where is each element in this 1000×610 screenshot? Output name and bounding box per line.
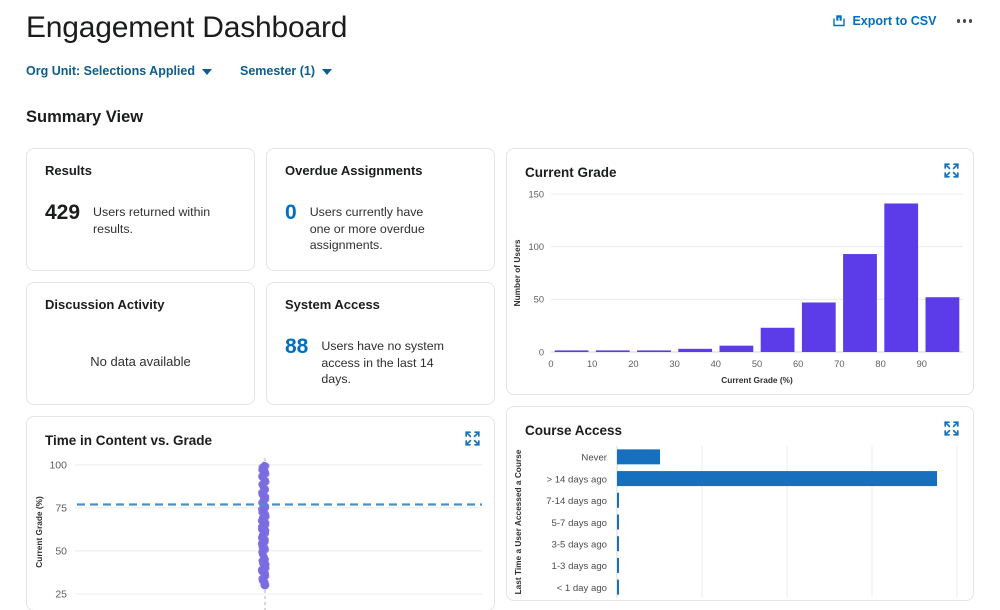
- svg-text:> 14 days ago: > 14 days ago: [546, 474, 607, 485]
- card-overdue-description: Users currently have one or more overdue…: [309, 205, 425, 252]
- panel-current-grade-title: Current Grade: [525, 165, 617, 180]
- svg-text:50: 50: [534, 295, 544, 305]
- card-results: Results 429 Users returned within result…: [26, 148, 255, 271]
- svg-text:50: 50: [55, 546, 67, 558]
- svg-text:Last Time a User Accessed a Co: Last Time a User Accessed a Course: [513, 449, 523, 594]
- more-dot: [968, 19, 972, 23]
- card-results-description: Users returned within results.: [93, 205, 211, 236]
- svg-text:7-14 days ago: 7-14 days ago: [546, 496, 607, 507]
- panel-course-access-title: Course Access: [525, 423, 623, 438]
- card-system-access-value[interactable]: 88: [285, 336, 308, 357]
- svg-text:50: 50: [752, 359, 762, 369]
- svg-text:Current Grade (%): Current Grade (%): [721, 375, 793, 385]
- svg-text:0: 0: [548, 359, 553, 369]
- svg-text:40: 40: [711, 359, 721, 369]
- summary-view-heading: Summary View: [26, 108, 144, 126]
- panel-time-in-content-vs-grade: Time in Content vs. Grade 25 50 75 100 Curre…: [26, 416, 495, 610]
- chevron-down-icon: [322, 69, 333, 75]
- card-discussion-empty-state: No data available: [90, 354, 191, 369]
- more-dot: [956, 19, 960, 23]
- filter-semester-label: Semester (1): [240, 64, 316, 78]
- svg-text:10: 10: [587, 359, 597, 369]
- svg-text:150: 150: [528, 189, 544, 199]
- card-discussion-title: Discussion Activity: [45, 297, 165, 312]
- card-results-body: 429 Users returned within results.: [45, 201, 236, 237]
- svg-text:25: 25: [55, 589, 67, 601]
- svg-text:70: 70: [834, 359, 844, 369]
- filter-bar: Org Unit: Selections Applied Semester (1…: [26, 58, 974, 84]
- dashboard-page: Engagement Dashboard Export to CSV Org U…: [0, 0, 1000, 610]
- more-dot: [962, 19, 966, 23]
- more-options-icon[interactable]: [955, 15, 975, 27]
- svg-text:75: 75: [55, 503, 67, 515]
- card-system-access: System Access 88 Users have no system ac…: [266, 282, 495, 405]
- expand-icon[interactable]: [943, 162, 960, 179]
- card-results-title: Results: [45, 163, 92, 178]
- svg-text:< 1 day ago: < 1 day ago: [557, 583, 607, 594]
- chart-current-grade-histogram: 0 50 100 150 0 10 20 30 40 50 60 70 80 90 Current Grad…: [512, 189, 963, 385]
- svg-text:100: 100: [49, 459, 67, 471]
- dashboard-grid: Results 429 Users returned within result…: [26, 148, 974, 610]
- export-to-csv-button[interactable]: Export to CSV: [832, 14, 937, 28]
- export-icon: [832, 14, 846, 28]
- svg-text:0: 0: [539, 347, 544, 357]
- left-column: Results 429 Users returned within result…: [26, 148, 495, 610]
- svg-text:Current Grade (%): Current Grade (%): [34, 496, 44, 568]
- export-to-csv-label: Export to CSV: [852, 14, 937, 28]
- panel-current-grade: Current Grade 0 50 100 150 0 10 20 30 40 50 60 70 80…: [506, 148, 974, 395]
- expand-icon[interactable]: [943, 420, 960, 437]
- svg-text:60: 60: [793, 359, 803, 369]
- right-column: Current Grade 0 50 100 150 0 10 20 30 40 50 60 70 80…: [506, 148, 974, 601]
- card-overdue-value[interactable]: 0: [285, 202, 297, 223]
- stat-row-top: Results 429 Users returned within result…: [26, 148, 495, 271]
- svg-text:Never: Never: [581, 453, 607, 464]
- svg-text:1-3 days ago: 1-3 days ago: [552, 561, 607, 572]
- card-system-access-title: System Access: [285, 297, 380, 312]
- svg-text:100: 100: [528, 242, 544, 252]
- filter-semester[interactable]: Semester (1): [240, 64, 333, 78]
- svg-text:3-5 days ago: 3-5 days ago: [552, 540, 607, 551]
- svg-text:Number of Users: Number of Users: [512, 239, 522, 306]
- chart-time-in-content-vs-grade: 25 50 75 100 Current Grade (%): [34, 458, 482, 610]
- page-title: Engagement Dashboard: [26, 11, 348, 44]
- card-system-access-body: 88 Users have no system access in the la…: [285, 336, 476, 388]
- expand-icon[interactable]: [464, 430, 481, 447]
- page-header: Engagement Dashboard Export to CSV: [26, 0, 974, 54]
- card-overdue-body: 0 Users currently have one or more overd…: [285, 202, 476, 254]
- chevron-down-icon: [202, 69, 212, 75]
- chart-course-access: Never > 14 days ago 7-14 days ago 5-7 days …: [513, 446, 958, 598]
- svg-text:20: 20: [628, 359, 638, 369]
- card-overdue-title: Overdue Assignments: [285, 163, 423, 178]
- card-system-access-description: Users have no system access in the last …: [321, 339, 444, 386]
- svg-text:5-7 days ago: 5-7 days ago: [552, 518, 607, 529]
- svg-text:80: 80: [875, 359, 885, 369]
- filter-org-unit-label: Org Unit: Selections Applied: [26, 64, 195, 78]
- svg-text:30: 30: [669, 359, 679, 369]
- card-results-value: 429: [45, 201, 81, 224]
- card-discussion-activity: Discussion Activity No data available: [26, 282, 255, 405]
- stat-row-bottom: Discussion Activity No data available Sy…: [26, 282, 495, 405]
- filter-org-unit[interactable]: Org Unit: Selections Applied: [26, 64, 212, 78]
- header-actions: Export to CSV: [832, 14, 974, 28]
- panel-course-access: Course Access Never > 14 days ago 7-14 day…: [506, 406, 974, 601]
- card-overdue-assignments: Overdue Assignments 0 Users currently ha…: [266, 148, 495, 271]
- panel-time-vs-grade-title: Time in Content vs. Grade: [45, 433, 213, 448]
- svg-text:90: 90: [917, 359, 927, 369]
